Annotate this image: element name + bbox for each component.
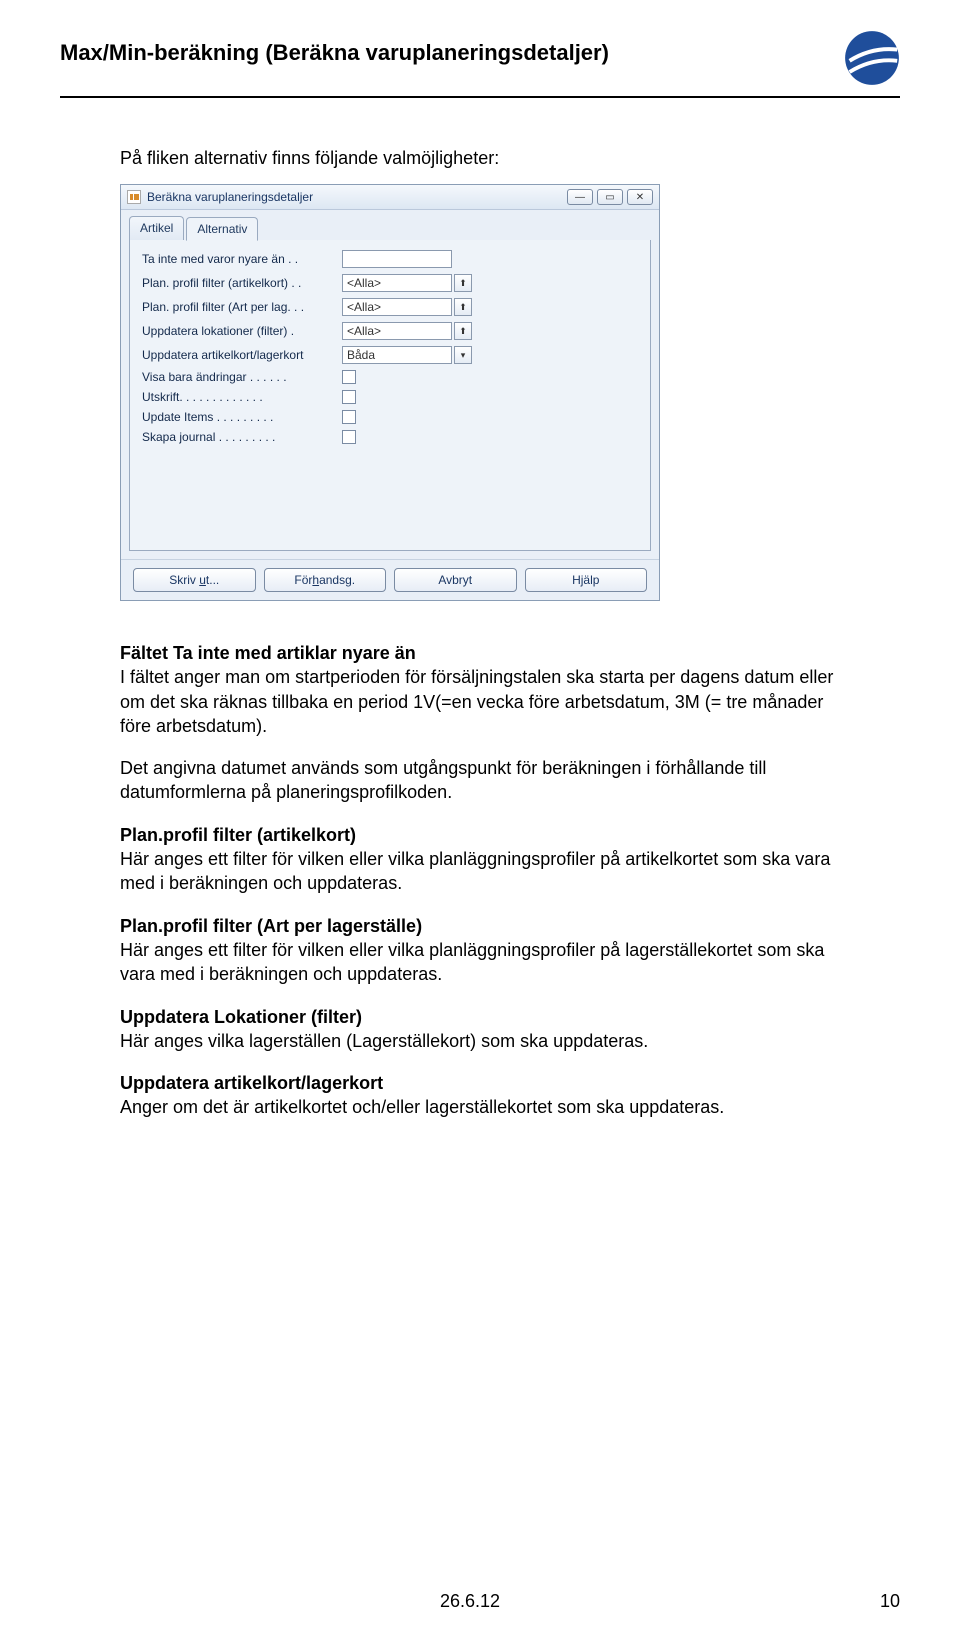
page-footer: 26.6.12 10	[60, 1591, 900, 1612]
arrow-up-icon: ⬆	[459, 302, 467, 313]
tab-label: Alternativ	[197, 222, 247, 236]
maximize-button[interactable]: ▭	[597, 189, 623, 205]
newer-than-input[interactable]	[342, 250, 452, 268]
section-heading: Uppdatera artikelkort/lagerkort	[120, 1073, 383, 1093]
row-print: Utskrift. . . . . . . . . . . . .	[142, 390, 638, 404]
field-label: Uppdatera artikelkort/lagerkort	[142, 348, 342, 362]
update-cards-input[interactable]	[342, 346, 452, 364]
section-newer-than: Fältet Ta inte med artiklar nyare än I f…	[120, 641, 840, 738]
intro-text: På fliken alternativ finns följande valm…	[120, 148, 840, 169]
lookup-up-button[interactable]: ⬆	[454, 298, 472, 316]
row-create-journal: Skapa journal . . . . . . . . .	[142, 430, 638, 444]
dialog-window: Beräkna varuplaneringsdetaljer ― ▭ ✕ Art…	[120, 184, 660, 601]
window-controls: ― ▭ ✕	[567, 189, 653, 205]
maximize-icon: ▭	[605, 192, 614, 203]
tab-strip: Artikel Alternativ	[121, 210, 659, 240]
update-items-checkbox[interactable]	[342, 410, 356, 424]
field-label: Plan. profil filter (Art per lag. . .	[142, 300, 342, 314]
row-update-cards: Uppdatera artikelkort/lagerkort ▾	[142, 346, 638, 364]
brand-logo-icon	[844, 30, 900, 86]
minimize-icon: ―	[575, 192, 585, 203]
field-label: Skapa journal . . . . . . . . .	[142, 430, 342, 444]
minimize-button[interactable]: ―	[567, 189, 593, 205]
section-heading: Uppdatera Lokationer (filter)	[120, 1007, 362, 1027]
titlebar: Beräkna varuplaneringsdetaljer ― ▭ ✕	[121, 185, 659, 210]
row-show-changes: Visa bara ändringar . . . . . .	[142, 370, 638, 384]
field-label: Visa bara ändringar . . . . . .	[142, 370, 342, 384]
field-label: Plan. profil filter (artikelkort) . .	[142, 276, 342, 290]
print-checkbox[interactable]	[342, 390, 356, 404]
section-profile-filter-artikelkort: Plan.profil filter (artikelkort) Här ang…	[120, 823, 840, 896]
field-label: Utskrift. . . . . . . . . . . . .	[142, 390, 342, 404]
close-button[interactable]: ✕	[627, 189, 653, 205]
page-title: Max/Min-beräkning (Beräkna varuplanering…	[60, 40, 609, 66]
section-text: Det angivna datumet används som utgångsp…	[120, 758, 766, 802]
section-text: Här anges vilka lagerställen (Lagerställ…	[120, 1031, 648, 1051]
lookup-up-button[interactable]: ⬆	[454, 322, 472, 340]
row-update-items: Update Items . . . . . . . . .	[142, 410, 638, 424]
field-label: Ta inte med varor nyare än . .	[142, 252, 342, 266]
section-heading: Plan.profil filter (artikelkort)	[120, 825, 356, 845]
tab-label: Artikel	[140, 221, 173, 235]
row-profile-filter-artperlag: Plan. profil filter (Art per lag. . . ⬆	[142, 298, 638, 316]
dialog-button-bar: Skriv ut... Förhandsg. Avbryt Hjälp	[121, 559, 659, 600]
section-heading: Fältet Ta inte med artiklar nyare än	[120, 643, 416, 663]
form-panel: Ta inte med varor nyare än . . Plan. pro…	[129, 240, 651, 551]
footer-date: 26.6.12	[440, 1591, 500, 1612]
arrow-up-icon: ⬆	[459, 278, 467, 289]
app-icon	[127, 190, 141, 204]
section-update-locations: Uppdatera Lokationer (filter) Här anges …	[120, 1005, 840, 1054]
row-newer-than: Ta inte med varor nyare än . .	[142, 250, 638, 268]
section-profile-filter-artperlager: Plan.profil filter (Art per lagerställe)…	[120, 914, 840, 987]
section-startpoint: Det angivna datumet används som utgångsp…	[120, 756, 840, 805]
dropdown-button[interactable]: ▾	[454, 346, 472, 364]
cancel-button[interactable]: Avbryt	[394, 568, 517, 592]
row-update-locations: Uppdatera lokationer (filter) . ⬆	[142, 322, 638, 340]
tab-artikel[interactable]: Artikel	[129, 216, 184, 240]
field-label: Update Items . . . . . . . . .	[142, 410, 342, 424]
profile-filter-artikelkort-input[interactable]	[342, 274, 452, 292]
lookup-up-button[interactable]: ⬆	[454, 274, 472, 292]
show-changes-checkbox[interactable]	[342, 370, 356, 384]
profile-filter-artperlag-input[interactable]	[342, 298, 452, 316]
content-area: På fliken alternativ finns följande valm…	[60, 148, 900, 1120]
arrow-up-icon: ⬆	[459, 326, 467, 337]
field-label: Uppdatera lokationer (filter) .	[142, 324, 342, 338]
update-locations-input[interactable]	[342, 322, 452, 340]
section-heading: Plan.profil filter (Art per lagerställe)	[120, 916, 422, 936]
section-text: I fältet anger man om startperioden för …	[120, 667, 833, 736]
tab-alternativ[interactable]: Alternativ	[186, 217, 258, 241]
create-journal-checkbox[interactable]	[342, 430, 356, 444]
section-text: Anger om det är artikelkortet och/eller …	[120, 1097, 724, 1117]
footer-page: 10	[880, 1591, 900, 1612]
window-title: Beräkna varuplaneringsdetaljer	[147, 190, 567, 204]
chevron-down-icon: ▾	[461, 350, 466, 361]
help-button[interactable]: Hjälp	[525, 568, 648, 592]
row-profile-filter-artikelkort: Plan. profil filter (artikelkort) . . ⬆	[142, 274, 638, 292]
preview-button[interactable]: Förhandsg.	[264, 568, 387, 592]
close-icon: ✕	[636, 192, 644, 203]
section-update-cards: Uppdatera artikelkort/lagerkort Anger om…	[120, 1071, 840, 1120]
page-header: Max/Min-beräkning (Beräkna varuplanering…	[60, 40, 900, 98]
section-text: Här anges ett filter för vilken eller vi…	[120, 849, 830, 893]
print-button[interactable]: Skriv ut...	[133, 568, 256, 592]
section-text: Här anges ett filter för vilken eller vi…	[120, 940, 824, 984]
